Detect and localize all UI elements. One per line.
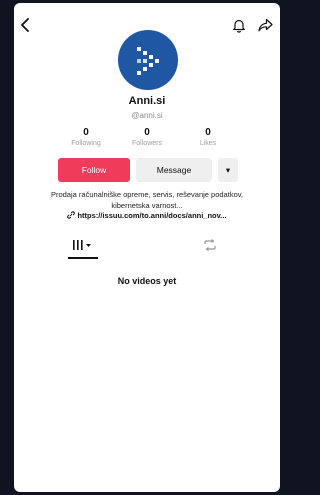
stat-likes[interactable]: 0 Likes xyxy=(178,127,238,153)
profile-link[interactable]: https://issuu.com/to.anni/docs/anni_nov.… xyxy=(38,211,256,220)
profile-name: Anni.si xyxy=(128,95,166,107)
avatar[interactable] xyxy=(118,30,178,90)
profile-screen: Anni.si @anni.si 0 Following 0 Followers… xyxy=(14,3,280,492)
followers-label: Followers xyxy=(132,140,162,147)
followers-count: 0 xyxy=(144,127,150,138)
more-options-button[interactable]: ▾ xyxy=(218,158,238,182)
link-icon xyxy=(67,211,76,220)
following-count: 0 xyxy=(83,127,89,138)
active-tab-indicator xyxy=(68,257,98,259)
stat-following[interactable]: 0 Following xyxy=(56,127,116,153)
stat-followers[interactable]: 0 Followers xyxy=(117,127,177,153)
likes-count: 0 xyxy=(205,127,211,138)
likes-label: Likes xyxy=(199,140,217,147)
content-tabs xyxy=(14,231,280,261)
empty-state-message: No videos yet xyxy=(117,276,177,286)
profile-link-text: https://issuu.com/to.anni/docs/anni_nov.… xyxy=(77,211,227,220)
tab-reposts[interactable] xyxy=(200,234,220,256)
logo-icon xyxy=(137,47,159,75)
share-icon[interactable] xyxy=(255,15,275,35)
follow-button[interactable]: Follow xyxy=(58,158,130,182)
stats-row: 0 Following 0 Followers 0 Likes xyxy=(56,127,238,153)
message-button[interactable]: Message xyxy=(136,158,212,182)
back-icon[interactable] xyxy=(16,15,36,35)
tab-videos[interactable] xyxy=(68,234,98,256)
repost-icon xyxy=(204,239,216,251)
following-label: Following xyxy=(71,140,101,147)
profile-bio: Prodaja računalniške opreme, servis, reš… xyxy=(50,190,244,210)
top-bar xyxy=(14,3,280,33)
profile-handle: @anni.si xyxy=(131,111,163,120)
caret-down-icon: ▾ xyxy=(225,164,231,175)
bell-icon[interactable] xyxy=(229,15,249,35)
grid-icon xyxy=(73,240,91,250)
